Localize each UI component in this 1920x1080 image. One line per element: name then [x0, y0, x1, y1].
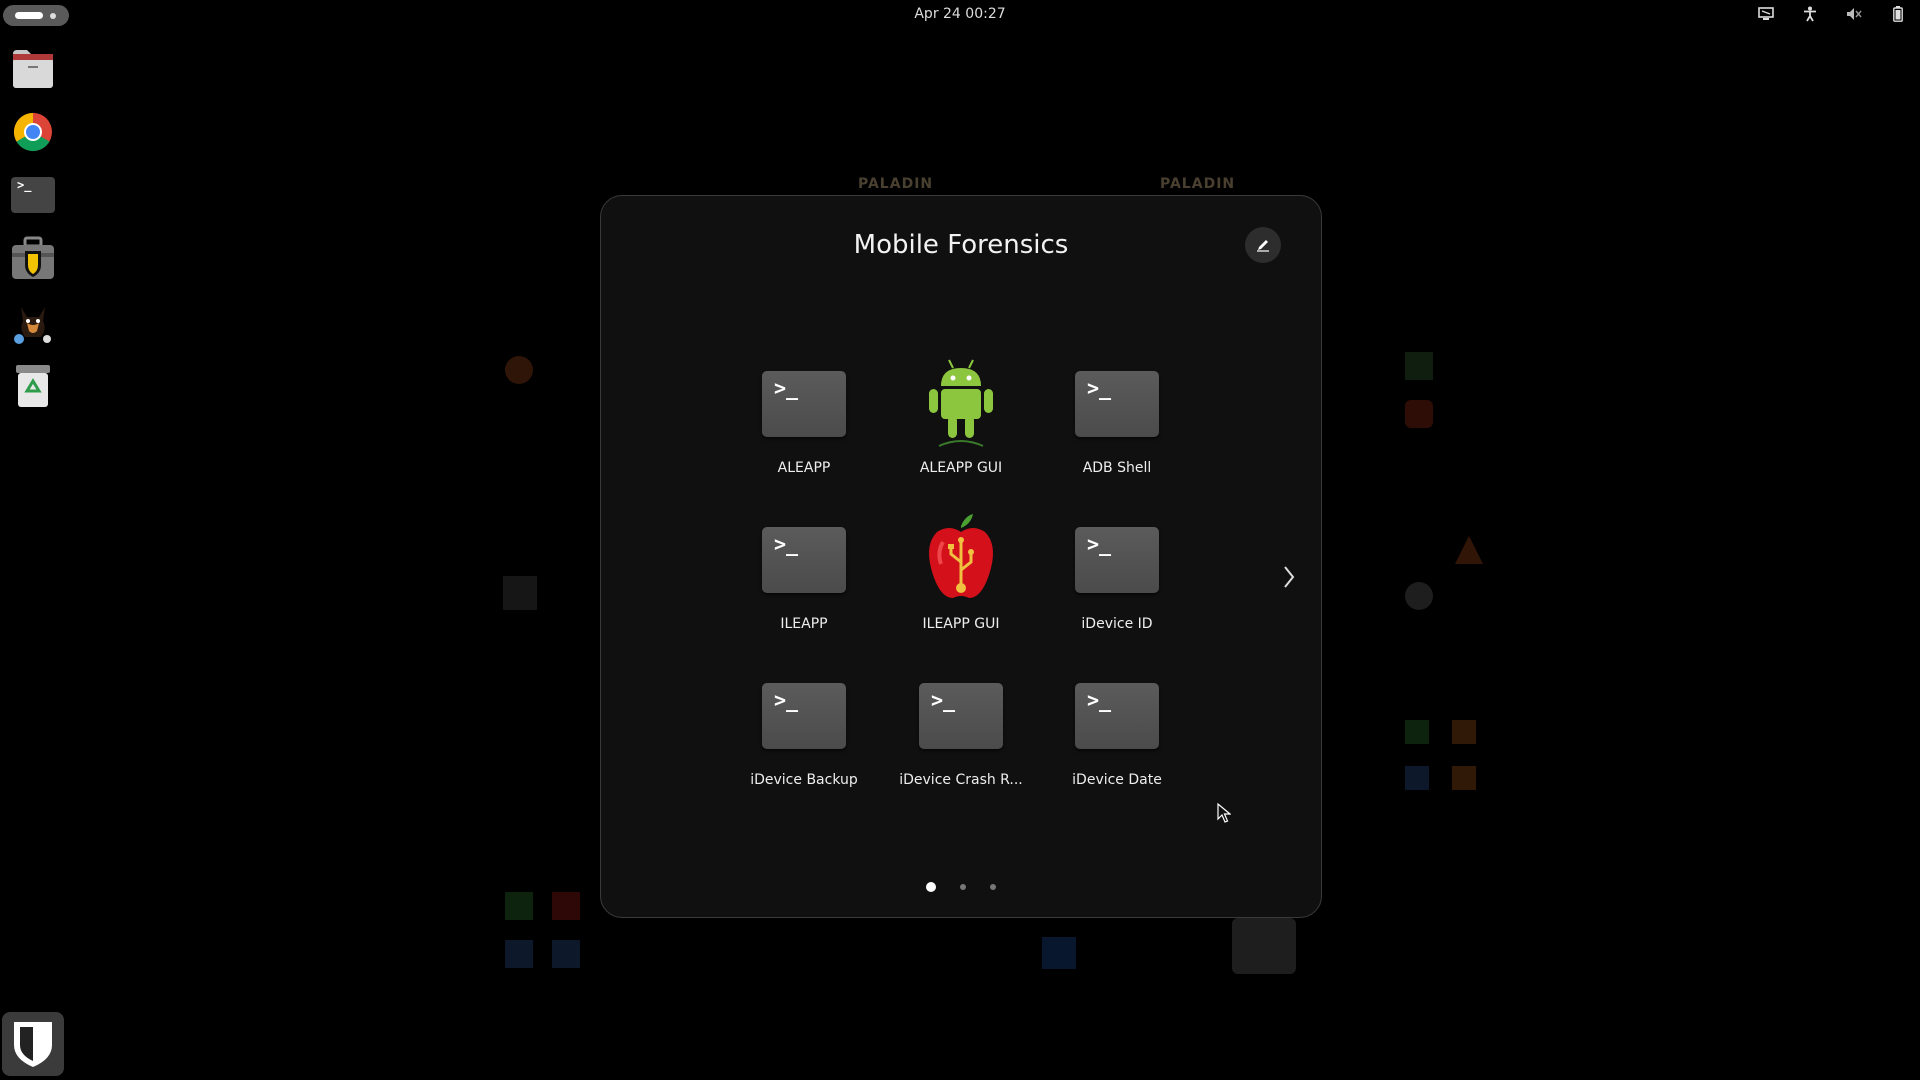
page-dot-3[interactable] — [990, 884, 996, 890]
terminal-app-icon: >_ — [762, 683, 846, 749]
terminal-app-icon: >_ — [1075, 527, 1159, 593]
terminal-app-icon: >_ — [762, 527, 846, 593]
background-app-icon — [1405, 352, 1433, 380]
app-idevice-date[interactable]: >_ iDevice Date — [1039, 668, 1195, 788]
pencil-icon — [1257, 240, 1269, 252]
page-indicator — [601, 882, 1321, 892]
app-label: iDevice Date — [1072, 772, 1162, 788]
apple-usb-icon — [929, 514, 993, 598]
background-app-icon — [1405, 400, 1433, 428]
background-app-icon — [1232, 918, 1296, 974]
accessibility-icon[interactable] — [1802, 6, 1818, 22]
background-app-icon — [552, 940, 580, 968]
background-app-icon — [505, 356, 533, 384]
app-label: ADB Shell — [1082, 460, 1152, 476]
folder-title[interactable]: Mobile Forensics — [601, 230, 1321, 260]
app-label: ILEAPP GUI — [922, 616, 1000, 632]
app-label: iDevice Backup — [750, 772, 858, 788]
trash-icon[interactable] — [9, 362, 57, 410]
page-dot-1[interactable] — [926, 882, 936, 892]
background-app-icon — [503, 576, 537, 610]
battery-icon[interactable] — [1890, 6, 1906, 22]
paladin-shield-icon[interactable] — [2, 1012, 64, 1076]
background-app-icon — [1455, 536, 1483, 564]
background-app-icon — [1452, 720, 1476, 744]
app-aleapp[interactable]: >_ ALEAPP — [726, 356, 882, 476]
clock[interactable]: Apr 24 00:27 — [0, 6, 1920, 22]
files-icon[interactable] — [9, 45, 57, 93]
background-app-icon — [1042, 937, 1076, 969]
app-label: ALEAPP — [777, 460, 831, 476]
background-app-icon — [1405, 766, 1429, 790]
background-app-icon — [1405, 582, 1433, 610]
rename-folder-button[interactable] — [1245, 227, 1281, 263]
top-bar: Apr 24 00:27 — [0, 0, 1920, 30]
chevron-right-icon — [1284, 566, 1295, 588]
autopsy-icon[interactable] — [9, 298, 57, 346]
chrome-icon[interactable] — [9, 108, 57, 156]
terminal-glyph: >_ — [17, 178, 32, 192]
app-idevice-id[interactable]: >_ iDevice ID — [1039, 512, 1195, 632]
mouse-pointer-icon — [1217, 803, 1231, 823]
background-app-icon — [1405, 720, 1429, 744]
system-tray[interactable] — [1758, 6, 1906, 22]
background-app-icon — [552, 892, 580, 920]
app-ileapp-gui[interactable]: ILEAPP GUI — [883, 512, 1039, 632]
app-idevice-crash-report[interactable]: >_ iDevice Crash R... — [883, 668, 1039, 788]
network-icon[interactable] — [1758, 6, 1774, 22]
app-label: ALEAPP GUI — [919, 460, 1003, 476]
android-robot-icon — [929, 359, 993, 447]
app-idevice-backup[interactable]: >_ iDevice Backup — [726, 668, 882, 788]
terminal-app-icon: >_ — [1075, 371, 1159, 437]
background-logo: PALADIN — [1160, 176, 1236, 192]
paladin-toolbox-icon[interactable] — [9, 235, 57, 283]
next-page-button[interactable] — [1277, 562, 1301, 592]
terminal-app-icon: >_ — [762, 371, 846, 437]
volume-muted-icon[interactable] — [1846, 6, 1862, 22]
terminal-icon[interactable]: >_ — [9, 171, 57, 219]
app-ileapp[interactable]: >_ ILEAPP — [726, 512, 882, 632]
background-app-icon — [1452, 766, 1476, 790]
app-adb-shell[interactable]: >_ ADB Shell — [1039, 356, 1195, 476]
background-app-icon — [505, 892, 533, 920]
background-logo: PALADIN — [858, 176, 934, 192]
app-label: iDevice Crash R... — [899, 772, 1023, 788]
background-app-icon — [505, 940, 533, 968]
terminal-app-icon: >_ — [1075, 683, 1159, 749]
app-aleapp-gui[interactable]: ALEAPP GUI — [883, 356, 1039, 476]
page-dot-2[interactable] — [960, 884, 966, 890]
terminal-app-icon: >_ — [919, 683, 1003, 749]
app-folder-popup: Mobile Forensics >_ ALEAPP ALEAPP GUI >_ — [600, 195, 1322, 918]
app-label: iDevice ID — [1081, 616, 1153, 632]
app-label: ILEAPP — [780, 616, 828, 632]
